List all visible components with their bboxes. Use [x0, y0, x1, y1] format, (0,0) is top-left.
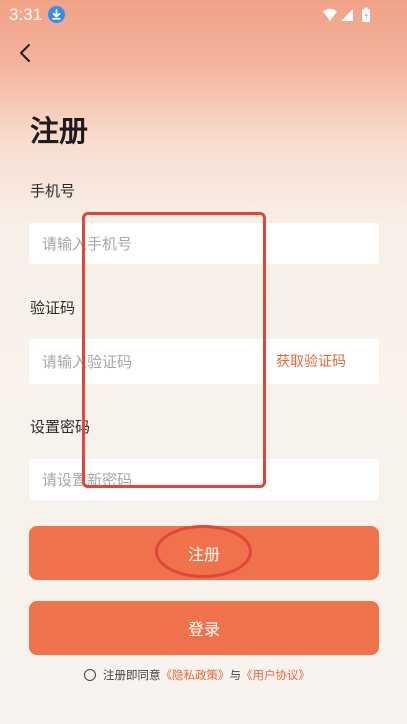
back-button[interactable]	[12, 40, 40, 66]
status-time: 3:31	[9, 5, 43, 24]
status-icons	[322, 7, 377, 25]
status-bar: 3:31	[0, 0, 407, 30]
wifi-icon	[323, 8, 337, 21]
code-label: 验证码	[30, 299, 76, 317]
get-code-button[interactable]: 获取验证码	[276, 351, 346, 371]
user-agreement-link[interactable]: 《用户协议》	[241, 667, 310, 683]
agreement-checkbox[interactable]	[84, 669, 96, 681]
page-title: 注册	[30, 114, 89, 148]
agreement-prefix: 注册即同意	[103, 668, 161, 682]
signal-icon	[341, 9, 353, 21]
password-label: 设置密码	[30, 418, 91, 436]
password-input[interactable]	[42, 459, 362, 500]
phone-field	[29, 223, 379, 264]
register-button[interactable]: 注册	[29, 526, 379, 580]
password-field	[29, 459, 379, 500]
agreement-row: 注册即同意 《隐私政策》 与 《用户协议》	[84, 666, 310, 684]
login-button[interactable]: 登录	[29, 601, 379, 655]
battery-icon	[362, 7, 370, 22]
phone-input[interactable]	[42, 223, 362, 264]
phone-label: 手机号	[30, 182, 76, 200]
code-input[interactable]	[42, 339, 242, 384]
download-icon	[48, 6, 65, 23]
agreement-connector: 与	[229, 668, 242, 682]
chevron-left-icon	[12, 44, 40, 70]
code-field: 获取验证码	[29, 339, 379, 384]
privacy-policy-link[interactable]: 《隐私政策》	[161, 667, 230, 683]
